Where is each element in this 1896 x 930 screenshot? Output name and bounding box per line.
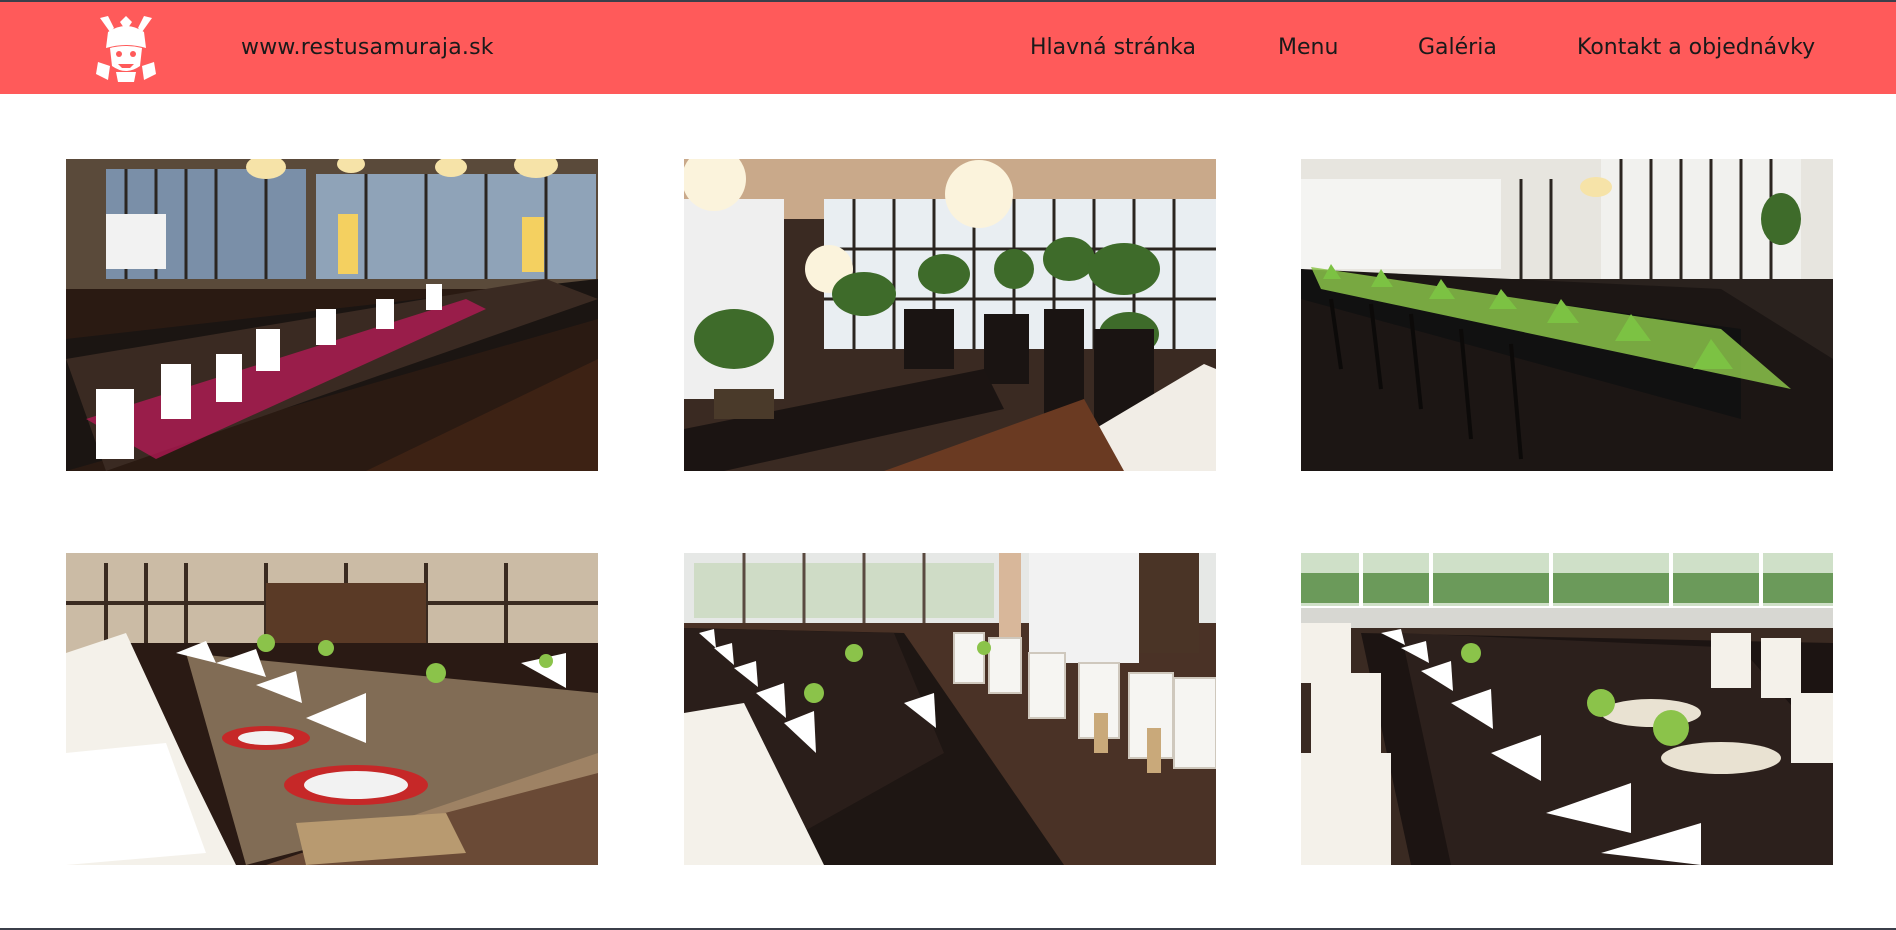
nav-item-gallery[interactable]: Galéria [1418, 35, 1497, 60]
gallery-photo-3[interactable] [1301, 159, 1833, 471]
restaurant-photo-wedding-table [66, 553, 598, 865]
restaurant-photo-banquet-red [66, 159, 598, 471]
nav-item-menu[interactable]: Menu [1278, 35, 1338, 60]
gallery-photo-4[interactable] [66, 553, 598, 865]
gallery-photo-6[interactable] [1301, 553, 1833, 865]
gallery-photo-5[interactable] [684, 553, 1216, 865]
nav-item-contact[interactable]: Kontakt a objednávky [1577, 35, 1815, 60]
restaurant-photo-bonsai-interior [684, 159, 1216, 471]
site-header: www.restusamuraja.sk Hlavná stránka Menu… [0, 2, 1896, 94]
main-nav: Hlavná stránka Menu Galéria Kontakt a ob… [0, 35, 1896, 65]
restaurant-photo-green-decor [1301, 159, 1833, 471]
restaurant-photo-river-view [1301, 553, 1833, 865]
nav-item-home[interactable]: Hlavná stránka [1030, 35, 1196, 60]
restaurant-photo-white-chairs [684, 553, 1216, 865]
gallery-photo-2[interactable] [684, 159, 1216, 471]
gallery-photo-1[interactable] [66, 159, 598, 471]
